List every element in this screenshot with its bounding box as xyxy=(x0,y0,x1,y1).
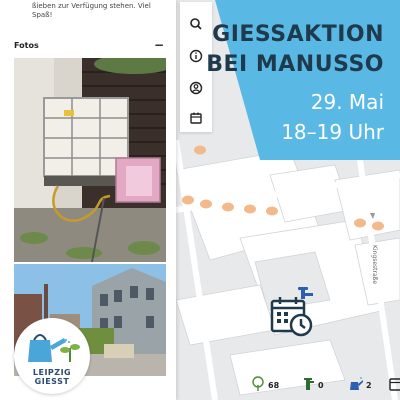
info-button[interactable] xyxy=(186,46,206,66)
watering-event-marker[interactable] xyxy=(270,287,316,337)
watering-can-icon xyxy=(28,334,66,362)
photo-water-tank[interactable] xyxy=(14,58,166,262)
banner-title-line1: GIESSAKTION xyxy=(212,22,384,47)
leipzig-giesst-logo: LEIPZIG GIESST xyxy=(14,318,90,394)
street-label: Kingsestraße xyxy=(371,245,378,285)
photos-title: Fotos xyxy=(14,41,39,50)
banner-time: 18–19 Uhr xyxy=(281,120,384,144)
watering-can-icon xyxy=(350,377,363,390)
pump-icon xyxy=(304,378,314,390)
calendar-icon xyxy=(190,112,202,124)
search-icon xyxy=(190,18,202,30)
intro-text: ßieben zur Verfügung stehen. Viel Spaß! xyxy=(32,2,151,19)
profile-button[interactable] xyxy=(186,78,206,98)
sprout-icon xyxy=(60,344,80,362)
event-announcement-banner: GIESSAKTION BEI MANUSSO 29. Mai 18–19 Uh… xyxy=(206,0,400,160)
calendar-icon xyxy=(389,378,400,391)
logo-text-line1: LEIPZIG xyxy=(32,368,72,377)
profile-icon xyxy=(189,81,203,95)
logo-text-line2: GIESST xyxy=(34,377,70,386)
collapse-icon[interactable]: − xyxy=(154,38,164,52)
banner-date: 29. Mai xyxy=(310,90,384,114)
stat-events xyxy=(388,376,400,394)
photos-section-header[interactable]: Fotos − xyxy=(14,38,170,54)
banner-title-line2: BEI MANUSSO xyxy=(206,52,384,77)
search-button[interactable] xyxy=(186,14,206,34)
info-icon xyxy=(189,49,203,63)
tree-icon xyxy=(252,376,264,391)
pump-icon xyxy=(298,287,313,299)
calendar-button[interactable] xyxy=(186,108,206,128)
